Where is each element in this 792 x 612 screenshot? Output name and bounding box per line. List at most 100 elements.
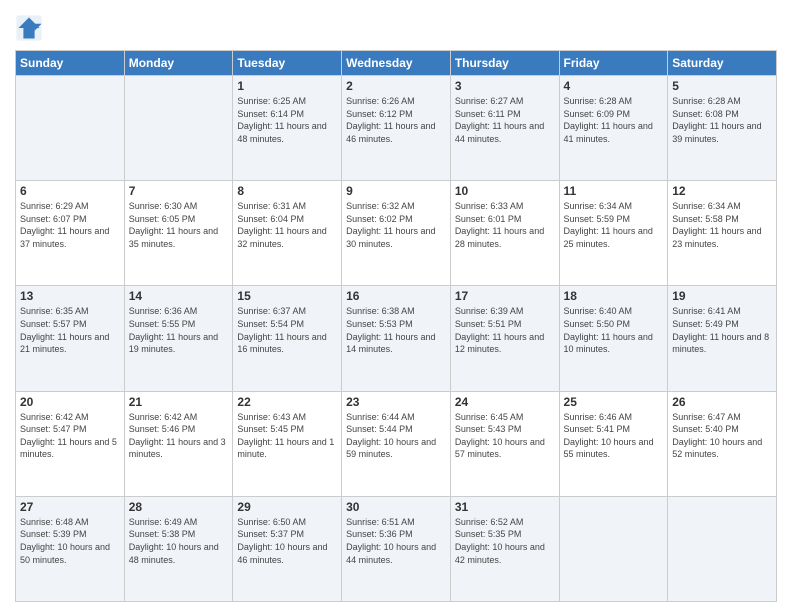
- day-number: 24: [455, 395, 555, 409]
- day-number: 20: [20, 395, 120, 409]
- day-number: 22: [237, 395, 337, 409]
- header-monday: Monday: [124, 51, 233, 76]
- calendar-week-row: 27 Sunrise: 6:48 AMSunset: 5:39 PMDayligh…: [16, 496, 777, 601]
- day-number: 16: [346, 289, 446, 303]
- day-info: Sunrise: 6:50 AMSunset: 5:37 PMDaylight:…: [237, 516, 337, 566]
- calendar-cell: 7 Sunrise: 6:30 AMSunset: 6:05 PMDaylight…: [124, 181, 233, 286]
- day-info: Sunrise: 6:43 AMSunset: 5:45 PMDaylight:…: [237, 411, 337, 461]
- day-number: 7: [129, 184, 229, 198]
- calendar-cell: 23 Sunrise: 6:44 AMSunset: 5:44 PMDayligh…: [342, 391, 451, 496]
- day-info: Sunrise: 6:28 AMSunset: 6:08 PMDaylight:…: [672, 95, 772, 145]
- calendar-cell: 29 Sunrise: 6:50 AMSunset: 5:37 PMDayligh…: [233, 496, 342, 601]
- day-info: Sunrise: 6:36 AMSunset: 5:55 PMDaylight:…: [129, 305, 229, 355]
- day-info: Sunrise: 6:39 AMSunset: 5:51 PMDaylight:…: [455, 305, 555, 355]
- day-number: 3: [455, 79, 555, 93]
- calendar-cell: 13 Sunrise: 6:35 AMSunset: 5:57 PMDayligh…: [16, 286, 125, 391]
- header: [15, 10, 777, 42]
- calendar-cell: 11 Sunrise: 6:34 AMSunset: 5:59 PMDayligh…: [559, 181, 668, 286]
- calendar-cell: 15 Sunrise: 6:37 AMSunset: 5:54 PMDayligh…: [233, 286, 342, 391]
- calendar-week-row: 20 Sunrise: 6:42 AMSunset: 5:47 PMDayligh…: [16, 391, 777, 496]
- day-info: Sunrise: 6:46 AMSunset: 5:41 PMDaylight:…: [564, 411, 664, 461]
- calendar-week-row: 1 Sunrise: 6:25 AMSunset: 6:14 PMDaylight…: [16, 76, 777, 181]
- day-info: Sunrise: 6:49 AMSunset: 5:38 PMDaylight:…: [129, 516, 229, 566]
- day-number: 26: [672, 395, 772, 409]
- day-number: 14: [129, 289, 229, 303]
- calendar-cell: 24 Sunrise: 6:45 AMSunset: 5:43 PMDayligh…: [450, 391, 559, 496]
- header-saturday: Saturday: [668, 51, 777, 76]
- calendar-cell: 27 Sunrise: 6:48 AMSunset: 5:39 PMDayligh…: [16, 496, 125, 601]
- header-tuesday: Tuesday: [233, 51, 342, 76]
- calendar-cell: 10 Sunrise: 6:33 AMSunset: 6:01 PMDayligh…: [450, 181, 559, 286]
- day-info: Sunrise: 6:37 AMSunset: 5:54 PMDaylight:…: [237, 305, 337, 355]
- day-info: Sunrise: 6:48 AMSunset: 5:39 PMDaylight:…: [20, 516, 120, 566]
- day-number: 2: [346, 79, 446, 93]
- day-info: Sunrise: 6:41 AMSunset: 5:49 PMDaylight:…: [672, 305, 772, 355]
- day-info: Sunrise: 6:25 AMSunset: 6:14 PMDaylight:…: [237, 95, 337, 145]
- day-number: 21: [129, 395, 229, 409]
- day-number: 1: [237, 79, 337, 93]
- day-number: 18: [564, 289, 664, 303]
- day-number: 23: [346, 395, 446, 409]
- day-info: Sunrise: 6:42 AMSunset: 5:47 PMDaylight:…: [20, 411, 120, 461]
- day-info: Sunrise: 6:45 AMSunset: 5:43 PMDaylight:…: [455, 411, 555, 461]
- day-number: 4: [564, 79, 664, 93]
- day-info: Sunrise: 6:28 AMSunset: 6:09 PMDaylight:…: [564, 95, 664, 145]
- day-number: 9: [346, 184, 446, 198]
- day-info: Sunrise: 6:30 AMSunset: 6:05 PMDaylight:…: [129, 200, 229, 250]
- calendar: Sunday Monday Tuesday Wednesday Thursday…: [15, 50, 777, 602]
- day-number: 6: [20, 184, 120, 198]
- day-number: 8: [237, 184, 337, 198]
- day-number: 11: [564, 184, 664, 198]
- day-info: Sunrise: 6:34 AMSunset: 5:59 PMDaylight:…: [564, 200, 664, 250]
- day-number: 15: [237, 289, 337, 303]
- calendar-cell: 18Sunrise: 6:40 AMSunset: 5:50 PMDayligh…: [559, 286, 668, 391]
- calendar-cell: 26 Sunrise: 6:47 AMSunset: 5:40 PMDayligh…: [668, 391, 777, 496]
- calendar-cell: [16, 76, 125, 181]
- calendar-cell: 8 Sunrise: 6:31 AMSunset: 6:04 PMDaylight…: [233, 181, 342, 286]
- day-info: Sunrise: 6:31 AMSunset: 6:04 PMDaylight:…: [237, 200, 337, 250]
- calendar-cell: 30Sunrise: 6:51 AMSunset: 5:36 PMDayligh…: [342, 496, 451, 601]
- logo: [15, 14, 47, 42]
- calendar-header-row: Sunday Monday Tuesday Wednesday Thursday…: [16, 51, 777, 76]
- calendar-cell: 25Sunrise: 6:46 AMSunset: 5:41 PMDayligh…: [559, 391, 668, 496]
- day-info: Sunrise: 6:26 AMSunset: 6:12 PMDaylight:…: [346, 95, 446, 145]
- calendar-cell: 14 Sunrise: 6:36 AMSunset: 5:55 PMDayligh…: [124, 286, 233, 391]
- calendar-cell: 19Sunrise: 6:41 AMSunset: 5:49 PMDayligh…: [668, 286, 777, 391]
- day-number: 12: [672, 184, 772, 198]
- calendar-cell: 20 Sunrise: 6:42 AMSunset: 5:47 PMDayligh…: [16, 391, 125, 496]
- day-number: 5: [672, 79, 772, 93]
- calendar-cell: 3 Sunrise: 6:27 AMSunset: 6:11 PMDaylight…: [450, 76, 559, 181]
- calendar-cell: [668, 496, 777, 601]
- calendar-cell: 6Sunrise: 6:29 AMSunset: 6:07 PMDaylight…: [16, 181, 125, 286]
- calendar-cell: 16 Sunrise: 6:38 AMSunset: 5:53 PMDayligh…: [342, 286, 451, 391]
- day-info: Sunrise: 6:33 AMSunset: 6:01 PMDaylight:…: [455, 200, 555, 250]
- day-number: 13: [20, 289, 120, 303]
- day-info: Sunrise: 6:35 AMSunset: 5:57 PMDaylight:…: [20, 305, 120, 355]
- calendar-cell: 9 Sunrise: 6:32 AMSunset: 6:02 PMDaylight…: [342, 181, 451, 286]
- day-info: Sunrise: 6:44 AMSunset: 5:44 PMDaylight:…: [346, 411, 446, 461]
- calendar-cell: 4 Sunrise: 6:28 AMSunset: 6:09 PMDaylight…: [559, 76, 668, 181]
- header-friday: Friday: [559, 51, 668, 76]
- calendar-cell: [124, 76, 233, 181]
- calendar-cell: 5 Sunrise: 6:28 AMSunset: 6:08 PMDaylight…: [668, 76, 777, 181]
- calendar-week-row: 6Sunrise: 6:29 AMSunset: 6:07 PMDaylight…: [16, 181, 777, 286]
- calendar-cell: 1 Sunrise: 6:25 AMSunset: 6:14 PMDaylight…: [233, 76, 342, 181]
- day-info: Sunrise: 6:38 AMSunset: 5:53 PMDaylight:…: [346, 305, 446, 355]
- day-info: Sunrise: 6:27 AMSunset: 6:11 PMDaylight:…: [455, 95, 555, 145]
- day-number: 27: [20, 500, 120, 514]
- day-info: Sunrise: 6:34 AMSunset: 5:58 PMDaylight:…: [672, 200, 772, 250]
- day-info: Sunrise: 6:47 AMSunset: 5:40 PMDaylight:…: [672, 411, 772, 461]
- day-number: 30: [346, 500, 446, 514]
- day-number: 28: [129, 500, 229, 514]
- day-number: 29: [237, 500, 337, 514]
- day-info: Sunrise: 6:32 AMSunset: 6:02 PMDaylight:…: [346, 200, 446, 250]
- header-sunday: Sunday: [16, 51, 125, 76]
- day-info: Sunrise: 6:42 AMSunset: 5:46 PMDaylight:…: [129, 411, 229, 461]
- logo-icon: [15, 14, 43, 42]
- day-number: 10: [455, 184, 555, 198]
- day-number: 17: [455, 289, 555, 303]
- page: Sunday Monday Tuesday Wednesday Thursday…: [0, 0, 792, 612]
- day-info: Sunrise: 6:52 AMSunset: 5:35 PMDaylight:…: [455, 516, 555, 566]
- calendar-cell: 31Sunrise: 6:52 AMSunset: 5:35 PMDayligh…: [450, 496, 559, 601]
- calendar-cell: 12 Sunrise: 6:34 AMSunset: 5:58 PMDayligh…: [668, 181, 777, 286]
